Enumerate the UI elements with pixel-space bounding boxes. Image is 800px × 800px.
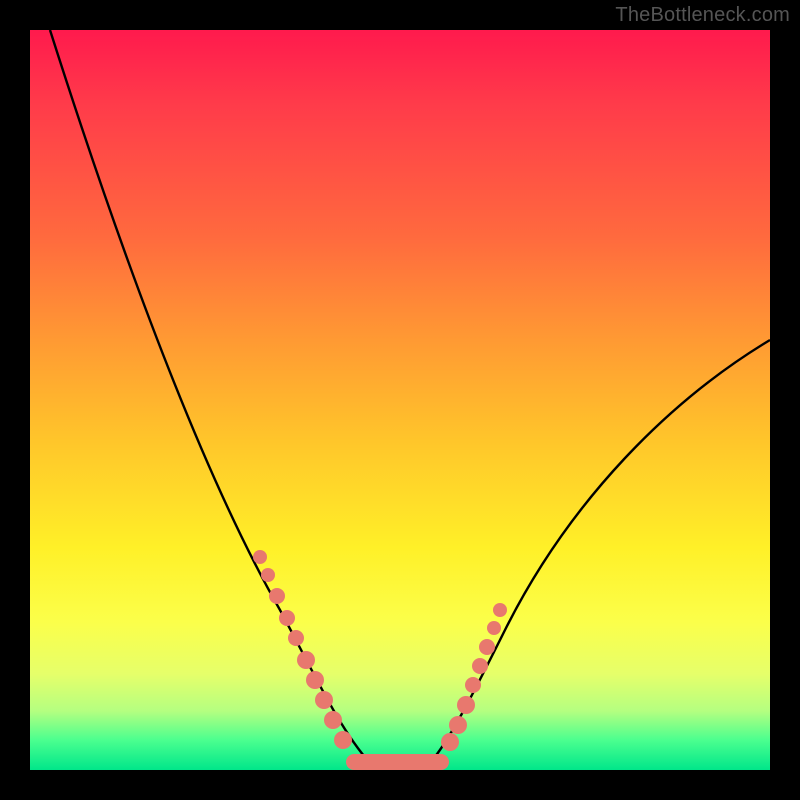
bottleneck-curve: [50, 30, 770, 763]
highlight-dots-left: [253, 550, 352, 749]
chart-svg: [30, 30, 770, 770]
watermark-text: TheBottleneck.com: [615, 4, 790, 27]
highlight-dots-right: [441, 603, 507, 751]
bottleneck-flat-marker: [346, 754, 449, 770]
chart-plot-area: [30, 30, 770, 770]
